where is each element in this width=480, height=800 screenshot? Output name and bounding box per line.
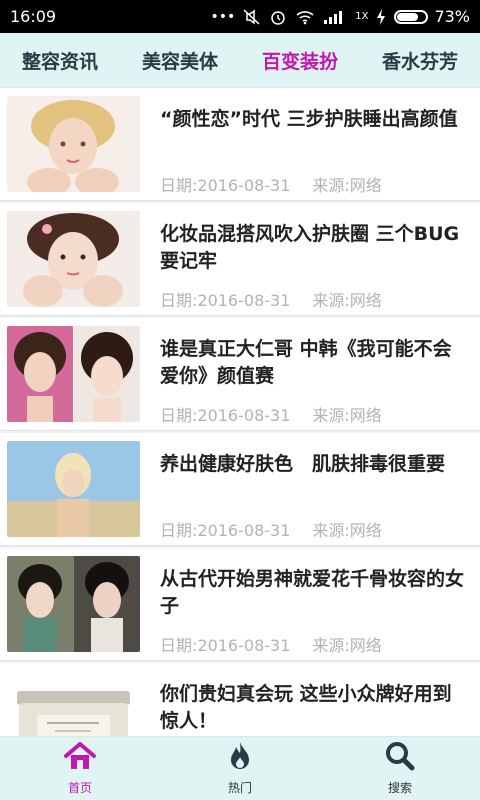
nav-hot[interactable]: 热门 bbox=[180, 741, 300, 796]
battery-indicator: 73% bbox=[394, 7, 470, 26]
article-meta: 日期:2016-08-31 来源:网络 bbox=[160, 287, 382, 311]
nav-search[interactable]: 搜索 bbox=[340, 741, 460, 796]
article-item[interactable]: 养出健康好肤色 肌肤排毒很重要 日期:2016-08-31 来源:网络 bbox=[0, 433, 480, 546]
article-source: 来源:网络 bbox=[312, 291, 382, 310]
article-source: 来源:网络 bbox=[312, 176, 382, 195]
article-title: 谁是真正大仁哥 中韩《我可能不会爱你》颜值赛 bbox=[160, 338, 452, 387]
status-time: 16:09 bbox=[10, 7, 57, 26]
article-meta: 日期:2016-08-31 来源:网络 bbox=[160, 172, 382, 196]
status-bar: 16:09 ••• 1X 73% bbox=[0, 0, 480, 33]
flame-icon bbox=[227, 741, 253, 775]
nav-hot-label: 热门 bbox=[227, 781, 252, 795]
article-item[interactable]: 谁是真正大仁哥 中韩《我可能不会爱你》颜值赛 日期:2016-08-31 来源:… bbox=[0, 318, 480, 431]
signal-icon bbox=[323, 9, 347, 25]
more-dots-icon: ••• bbox=[210, 8, 236, 25]
article-source: 来源:网络 bbox=[312, 521, 382, 540]
nav-home[interactable]: 首页 bbox=[20, 741, 140, 796]
portrait-thumb-1 bbox=[7, 96, 140, 192]
tab-makeover-style[interactable]: 百变装扮 bbox=[262, 47, 338, 74]
article-title: 你们贵妇真会玩 这些小众牌好用到惊人！ bbox=[160, 683, 452, 732]
portrait-thumb-3 bbox=[7, 326, 140, 422]
article-list: “颜性恋”时代 三步护肤睡出高颜值 日期:2016-08-31 来源:网络 化妆… bbox=[0, 88, 480, 736]
charging-icon bbox=[376, 8, 386, 25]
article-meta: 日期:2016-08-31 来源:网络 bbox=[160, 517, 382, 541]
home-icon bbox=[63, 741, 97, 775]
network-label: 1X bbox=[355, 11, 369, 22]
nav-search-label: 搜索 bbox=[387, 781, 412, 795]
article-item[interactable]: 你们贵妇真会玩 这些小众牌好用到惊人！ bbox=[0, 663, 480, 736]
article-source: 来源:网络 bbox=[312, 636, 382, 655]
search-icon bbox=[385, 741, 415, 775]
battery-icon bbox=[394, 9, 429, 24]
article-date: 日期:2016-08-31 bbox=[160, 636, 291, 655]
portrait-thumb-4 bbox=[7, 441, 140, 537]
wifi-icon bbox=[295, 9, 315, 25]
article-item[interactable]: 从古代开始男神就爱花千骨妆容的女子 日期:2016-08-31 来源:网络 bbox=[0, 548, 480, 661]
tab-perfume[interactable]: 香水芬芳 bbox=[382, 47, 458, 74]
article-meta: 日期:2016-08-31 来源:网络 bbox=[160, 632, 382, 656]
alarm-icon bbox=[269, 8, 287, 26]
status-icons: ••• 1X 73% bbox=[210, 7, 470, 26]
bottom-navigation: 首页 热门 搜索 bbox=[0, 736, 480, 800]
article-meta: 日期:2016-08-31 来源:网络 bbox=[160, 402, 382, 426]
category-tabs: 整容资讯 美容美体 百变装扮 香水芬芳 bbox=[0, 33, 480, 88]
article-date: 日期:2016-08-31 bbox=[160, 406, 291, 425]
article-title: 养出健康好肤色 肌肤排毒很重要 bbox=[160, 453, 446, 475]
article-item[interactable]: 化妆品混搭风吹入护肤圈 三个BUG要记牢 日期:2016-08-31 来源:网络 bbox=[0, 203, 480, 316]
article-title: 从古代开始男神就爱花千骨妆容的女子 bbox=[160, 568, 465, 617]
mute-icon bbox=[243, 8, 261, 25]
portrait-thumb-2 bbox=[7, 211, 140, 307]
article-date: 日期:2016-08-31 bbox=[160, 291, 291, 310]
article-title: “颜性恋”时代 三步护肤睡出高颜值 bbox=[160, 108, 458, 130]
article-item[interactable]: “颜性恋”时代 三步护肤睡出高颜值 日期:2016-08-31 来源:网络 bbox=[0, 88, 480, 201]
battery-text: 73% bbox=[434, 7, 470, 26]
nav-home-label: 首页 bbox=[67, 781, 92, 795]
article-source: 来源:网络 bbox=[312, 406, 382, 425]
article-date: 日期:2016-08-31 bbox=[160, 176, 291, 195]
portrait-thumb-5 bbox=[7, 556, 140, 652]
article-title: 化妆品混搭风吹入护肤圈 三个BUG要记牢 bbox=[160, 223, 460, 272]
tab-beauty-body[interactable]: 美容美体 bbox=[142, 47, 218, 74]
battery-fill bbox=[397, 12, 418, 21]
tab-cosmetic-surgery-news[interactable]: 整容资讯 bbox=[22, 47, 98, 74]
article-date: 日期:2016-08-31 bbox=[160, 521, 291, 540]
product-jar-thumb bbox=[7, 671, 140, 736]
